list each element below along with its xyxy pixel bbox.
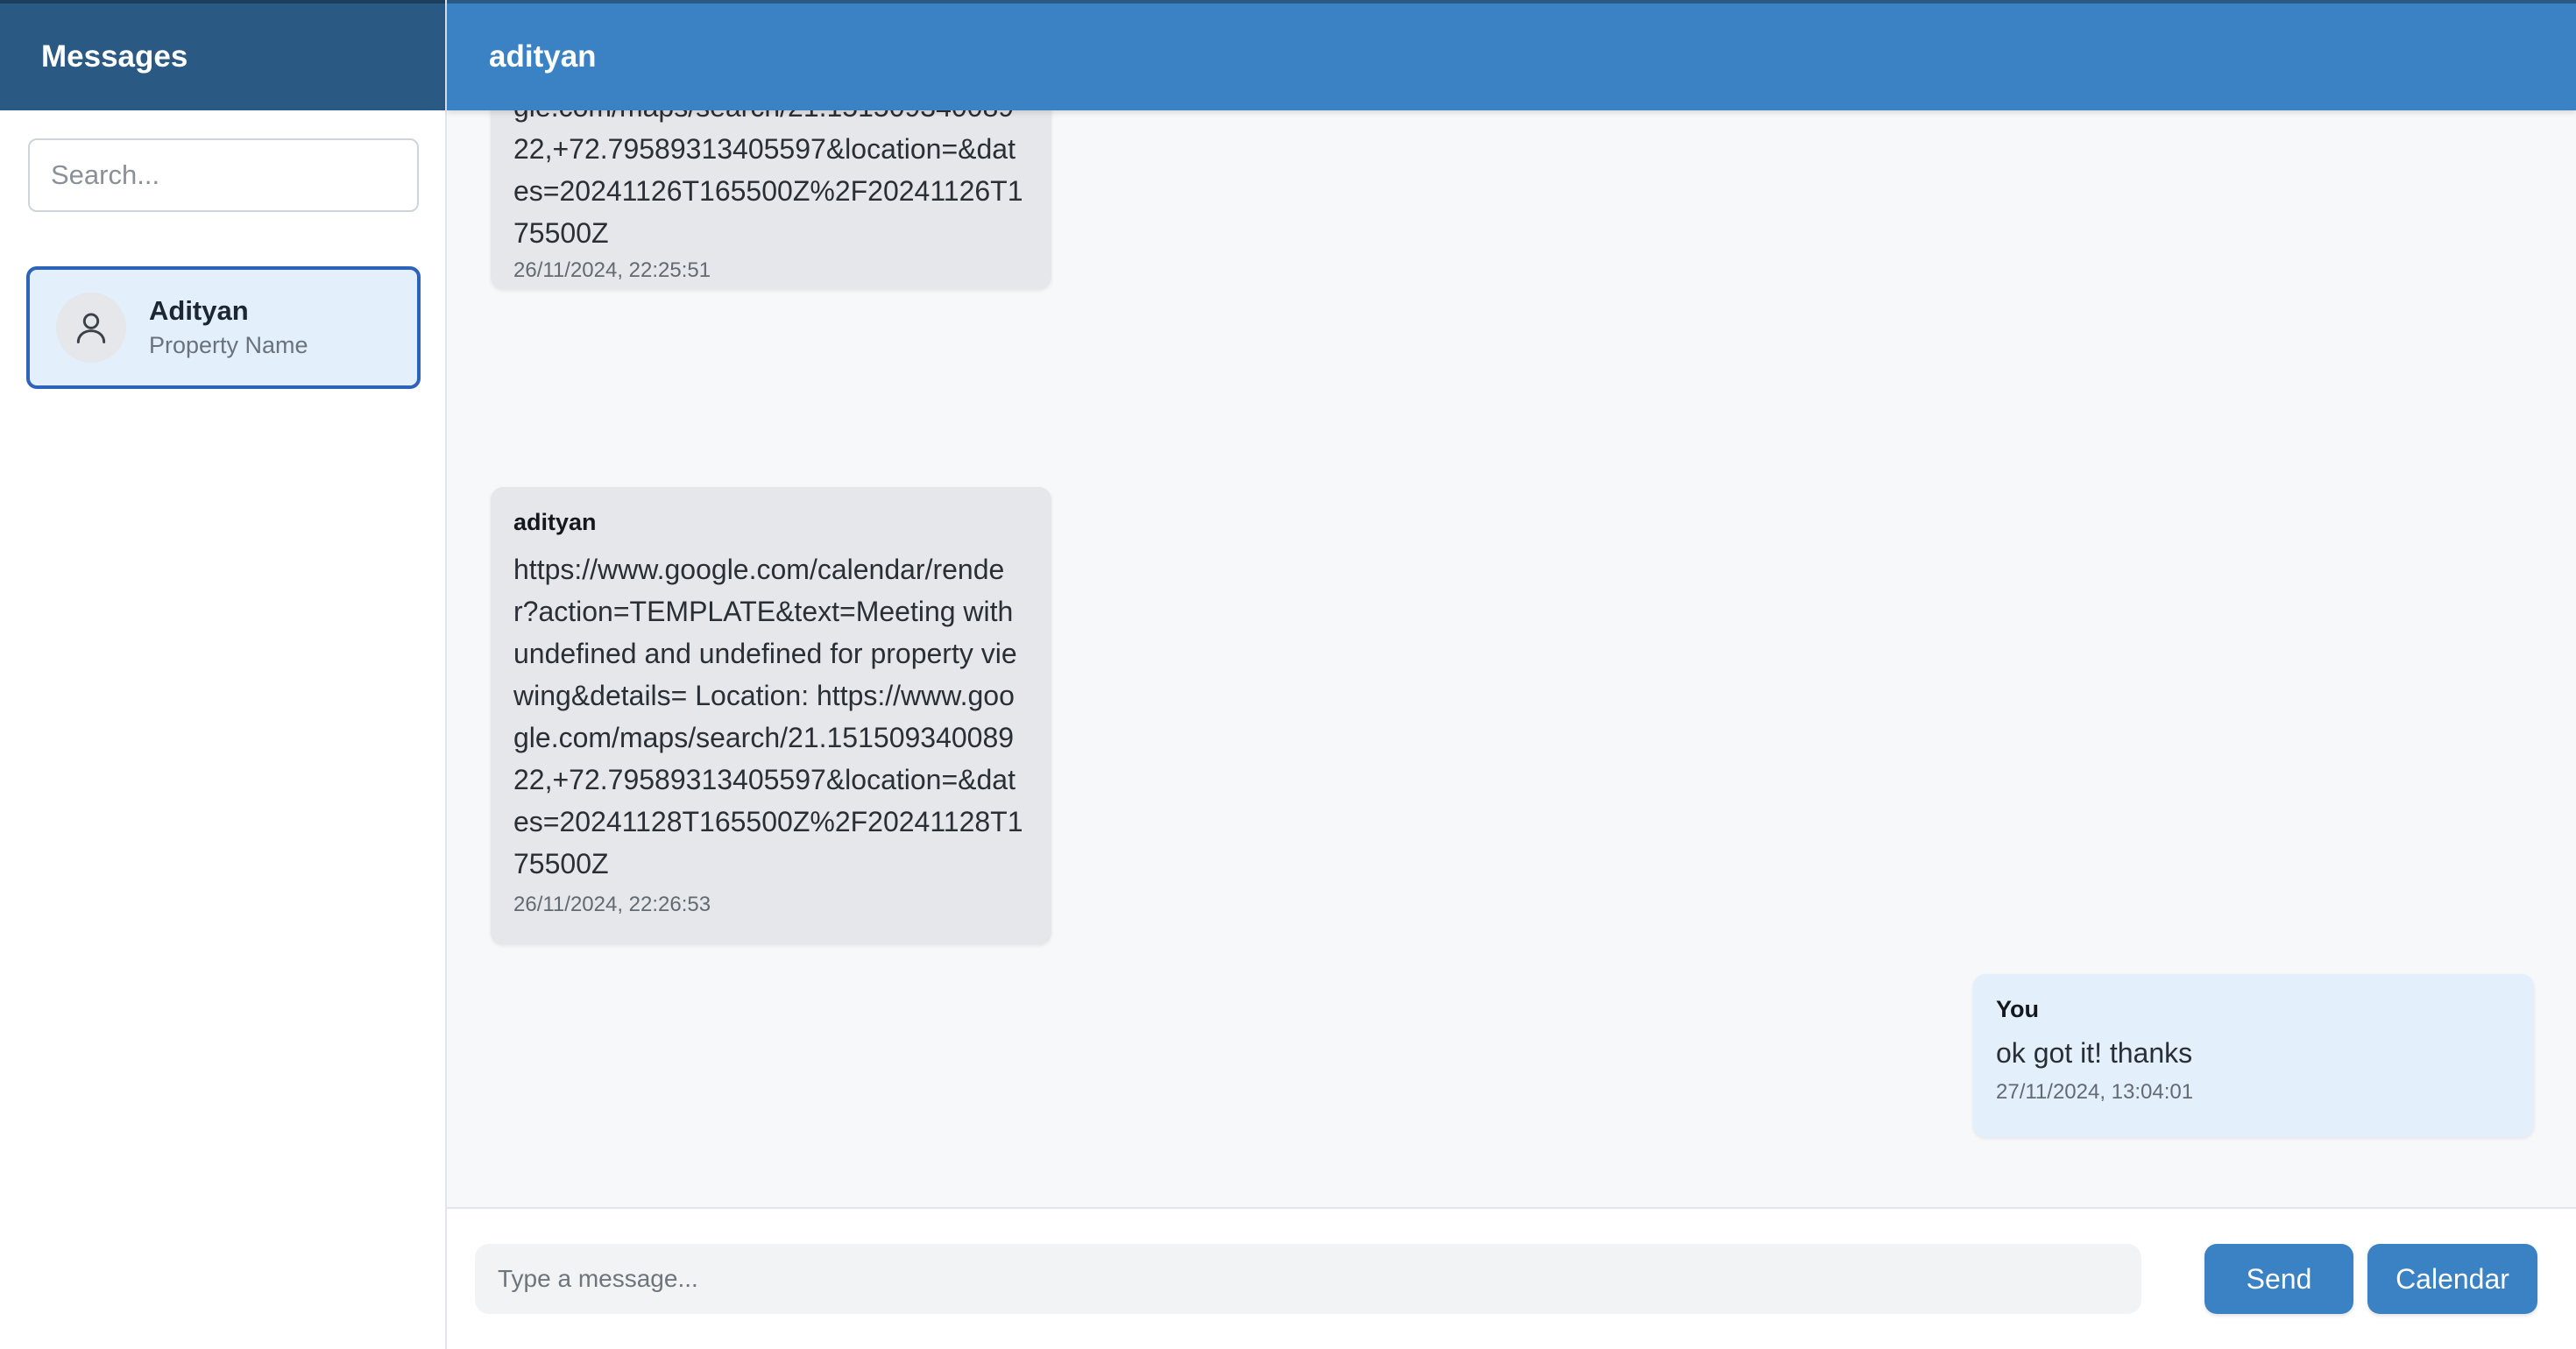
search-input[interactable] <box>28 138 419 212</box>
message-sender: adityan <box>513 509 597 535</box>
message-bubble: adityan https://www.google.com/calendar/… <box>491 487 1051 944</box>
contact-subtitle: Property Name <box>149 332 308 358</box>
avatar <box>56 293 126 363</box>
message-timestamp: 26/11/2024, 22:26:53 <box>513 893 711 916</box>
sidebar: Messages Adityan Property Name <box>0 0 447 1349</box>
message-bubble: r?action=TEMPLATE&text=Meeting with unde… <box>491 110 1051 289</box>
message-text: https://www.google.com/calendar/render?a… <box>513 554 1023 879</box>
message-bubble-outgoing: You ok got it! thanks 27/11/2024, 13:04:… <box>1973 974 2534 1137</box>
chat-panel: adityan r?action=TEMPLATE&text=Meeting w… <box>447 0 2576 1349</box>
message-timestamp: 26/11/2024, 22:25:51 <box>513 258 711 282</box>
message-timestamp: 27/11/2024, 13:04:01 <box>1996 1080 2194 1104</box>
sidebar-title: Messages <box>0 0 445 110</box>
message-sender: You <box>1996 996 2039 1022</box>
message-composer: Send Calendar <box>447 1207 2576 1349</box>
message-text: r?action=TEMPLATE&text=Meeting with unde… <box>513 110 1023 249</box>
send-button[interactable]: Send <box>2204 1244 2353 1314</box>
message-text: ok got it! thanks <box>1996 1037 2193 1069</box>
message-list[interactable]: r?action=TEMPLATE&text=Meeting with unde… <box>447 110 2576 1207</box>
user-icon <box>76 313 106 343</box>
calendar-button[interactable]: Calendar <box>2367 1244 2537 1314</box>
chat-title: adityan <box>447 0 2576 110</box>
contact-text: Adityan Property Name <box>149 293 308 362</box>
contact-item-adityan[interactable]: Adityan Property Name <box>26 266 421 389</box>
search-container <box>0 110 445 212</box>
message-input[interactable] <box>475 1244 2141 1314</box>
app: Messages Adityan Property Name adityan r… <box>0 0 2576 1349</box>
contact-name: Adityan <box>149 295 249 326</box>
